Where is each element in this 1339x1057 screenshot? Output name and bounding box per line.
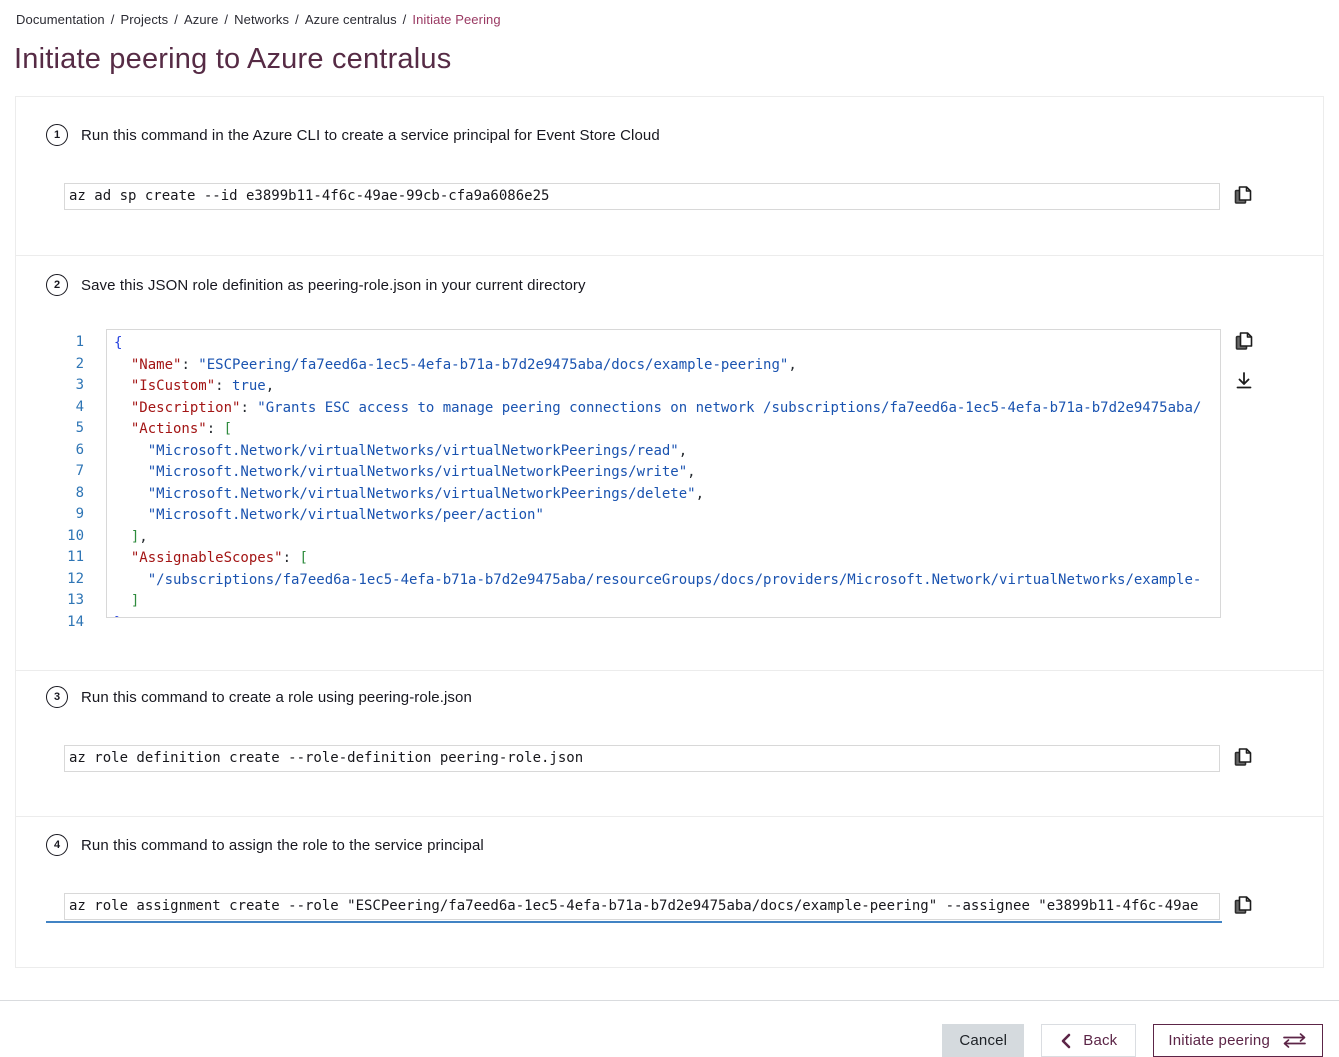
step-3-section: 3 Run this command to create a role usin… — [16, 670, 1323, 816]
chevron-left-icon — [1060, 1033, 1071, 1049]
json-line-number: 8 — [46, 483, 84, 505]
breadcrumb-item-networks[interactable]: Networks — [234, 12, 289, 27]
json-line-number: 5 — [46, 418, 84, 440]
breadcrumb-separator: / — [403, 12, 407, 27]
json-line-number: 4 — [46, 397, 84, 419]
json-line-number: 13 — [46, 590, 84, 612]
json-line-number: 14 — [46, 612, 84, 634]
copy-icon — [1231, 745, 1255, 772]
json-code-line: ], — [114, 527, 1220, 549]
step-2-header: 2 Save this JSON role definition as peer… — [46, 274, 1323, 296]
json-code-line: "Name": "ESCPeering/fa7eed6a-1ec5-4efa-b… — [114, 355, 1220, 377]
step-1-header: 1 Run this command in the Azure CLI to c… — [46, 124, 1323, 146]
json-line-number: 11 — [46, 547, 84, 569]
step-4-command-code[interactable]: az role assignment create --role "ESCPee… — [64, 893, 1220, 920]
horizontal-scrollbar[interactable] — [46, 921, 1222, 923]
step-2-number-badge: 2 — [46, 274, 68, 296]
copy-icon — [1231, 183, 1255, 210]
page-title: Initiate peering to Azure centralus — [14, 43, 1339, 76]
json-code-line: { — [114, 333, 1220, 355]
copy-button[interactable] — [1231, 745, 1255, 772]
json-code-line: ] — [114, 591, 1220, 613]
copy-button[interactable] — [1231, 893, 1255, 920]
step-4-instruction: Run this command to assign the role to t… — [81, 837, 484, 854]
step-3-number-badge: 3 — [46, 686, 68, 708]
initiate-peering-button[interactable]: Initiate peering — [1153, 1024, 1323, 1057]
json-code-line: "Microsoft.Network/virtualNetworks/virtu… — [114, 484, 1220, 506]
json-code-line: "IsCustom": true, — [114, 376, 1220, 398]
breadcrumb-current-initiate-peering: Initiate Peering — [412, 12, 500, 27]
json-code-lines: { "Name": "ESCPeering/fa7eed6a-1ec5-4efa… — [114, 333, 1220, 618]
breadcrumb-item-azure-centralus[interactable]: Azure centralus — [305, 12, 397, 27]
json-line-numbers: 1234567891011121314 — [46, 329, 84, 633]
json-line-number: 2 — [46, 354, 84, 376]
json-line-number: 6 — [46, 440, 84, 462]
step-1-number-badge: 1 — [46, 124, 68, 146]
transfer-arrows-icon — [1281, 1032, 1308, 1049]
back-button[interactable]: Back — [1041, 1024, 1136, 1057]
copy-json-button[interactable] — [1232, 329, 1256, 356]
json-line-number: 10 — [46, 526, 84, 548]
step-4-header: 4 Run this command to assign the role to… — [46, 834, 1323, 856]
step-3-header: 3 Run this command to create a role usin… — [46, 686, 1323, 708]
json-line-number: 9 — [46, 504, 84, 526]
json-code-line: "Microsoft.Network/virtualNetworks/peer/… — [114, 505, 1220, 527]
copy-icon — [1231, 893, 1255, 920]
copy-icon — [1232, 329, 1256, 356]
json-line-number: 12 — [46, 569, 84, 591]
cancel-button[interactable]: Cancel — [942, 1024, 1024, 1057]
json-code-editor[interactable]: { "Name": "ESCPeering/fa7eed6a-1ec5-4efa… — [106, 329, 1221, 618]
breadcrumb-separator: / — [174, 12, 178, 27]
step-1-section: 1 Run this command in the Azure CLI to c… — [16, 97, 1323, 255]
json-code-line: "Microsoft.Network/virtualNetworks/virtu… — [114, 441, 1220, 463]
step-3-command-code: az role definition create --role-definit… — [64, 745, 1220, 772]
peering-steps-card: 1 Run this command in the Azure CLI to c… — [15, 96, 1324, 968]
copy-button[interactable] — [1231, 183, 1255, 210]
json-line-number: 7 — [46, 461, 84, 483]
breadcrumb-item-documentation[interactable]: Documentation — [16, 12, 105, 27]
json-code-line: "/subscriptions/fa7eed6a-1ec5-4efa-b71a-… — [114, 570, 1220, 592]
json-line-number: 1 — [46, 332, 84, 354]
json-line-number: 3 — [46, 375, 84, 397]
json-code-line: "Actions": [ — [114, 419, 1220, 441]
json-code-line: "AssignableScopes": [ — [114, 548, 1220, 570]
step-4-section: 4 Run this command to assign the role to… — [16, 816, 1323, 967]
breadcrumb-separator: / — [111, 12, 115, 27]
breadcrumb-separator: / — [224, 12, 228, 27]
footer-actions: Cancel Back Initiate peering — [0, 1001, 1339, 1057]
json-code-line: "Description": "Grants ESC access to man… — [114, 398, 1220, 420]
breadcrumb-item-projects[interactable]: Projects — [120, 12, 168, 27]
step-3-instruction: Run this command to create a role using … — [81, 689, 472, 706]
json-code-line: "Microsoft.Network/virtualNetworks/virtu… — [114, 462, 1220, 484]
breadcrumb: Documentation / Projects / Azure / Networks / Az… — [0, 0, 1339, 27]
step-1-instruction: Run this command in the Azure CLI to cre… — [81, 127, 660, 144]
breadcrumb-item-azure[interactable]: Azure — [184, 12, 218, 27]
step-4-number-badge: 4 — [46, 834, 68, 856]
back-button-label: Back — [1083, 1032, 1117, 1049]
download-json-button[interactable] — [1232, 369, 1256, 396]
download-icon — [1232, 369, 1256, 396]
step-1-command-code: az ad sp create --id e3899b11-4f6c-49ae-… — [64, 183, 1220, 210]
initiate-peering-label: Initiate peering — [1168, 1032, 1270, 1049]
step-2-section: 2 Save this JSON role definition as peer… — [16, 255, 1323, 670]
json-code-line: } — [114, 613, 1220, 619]
step-2-instruction: Save this JSON role definition as peerin… — [81, 277, 586, 294]
breadcrumb-separator: / — [295, 12, 299, 27]
